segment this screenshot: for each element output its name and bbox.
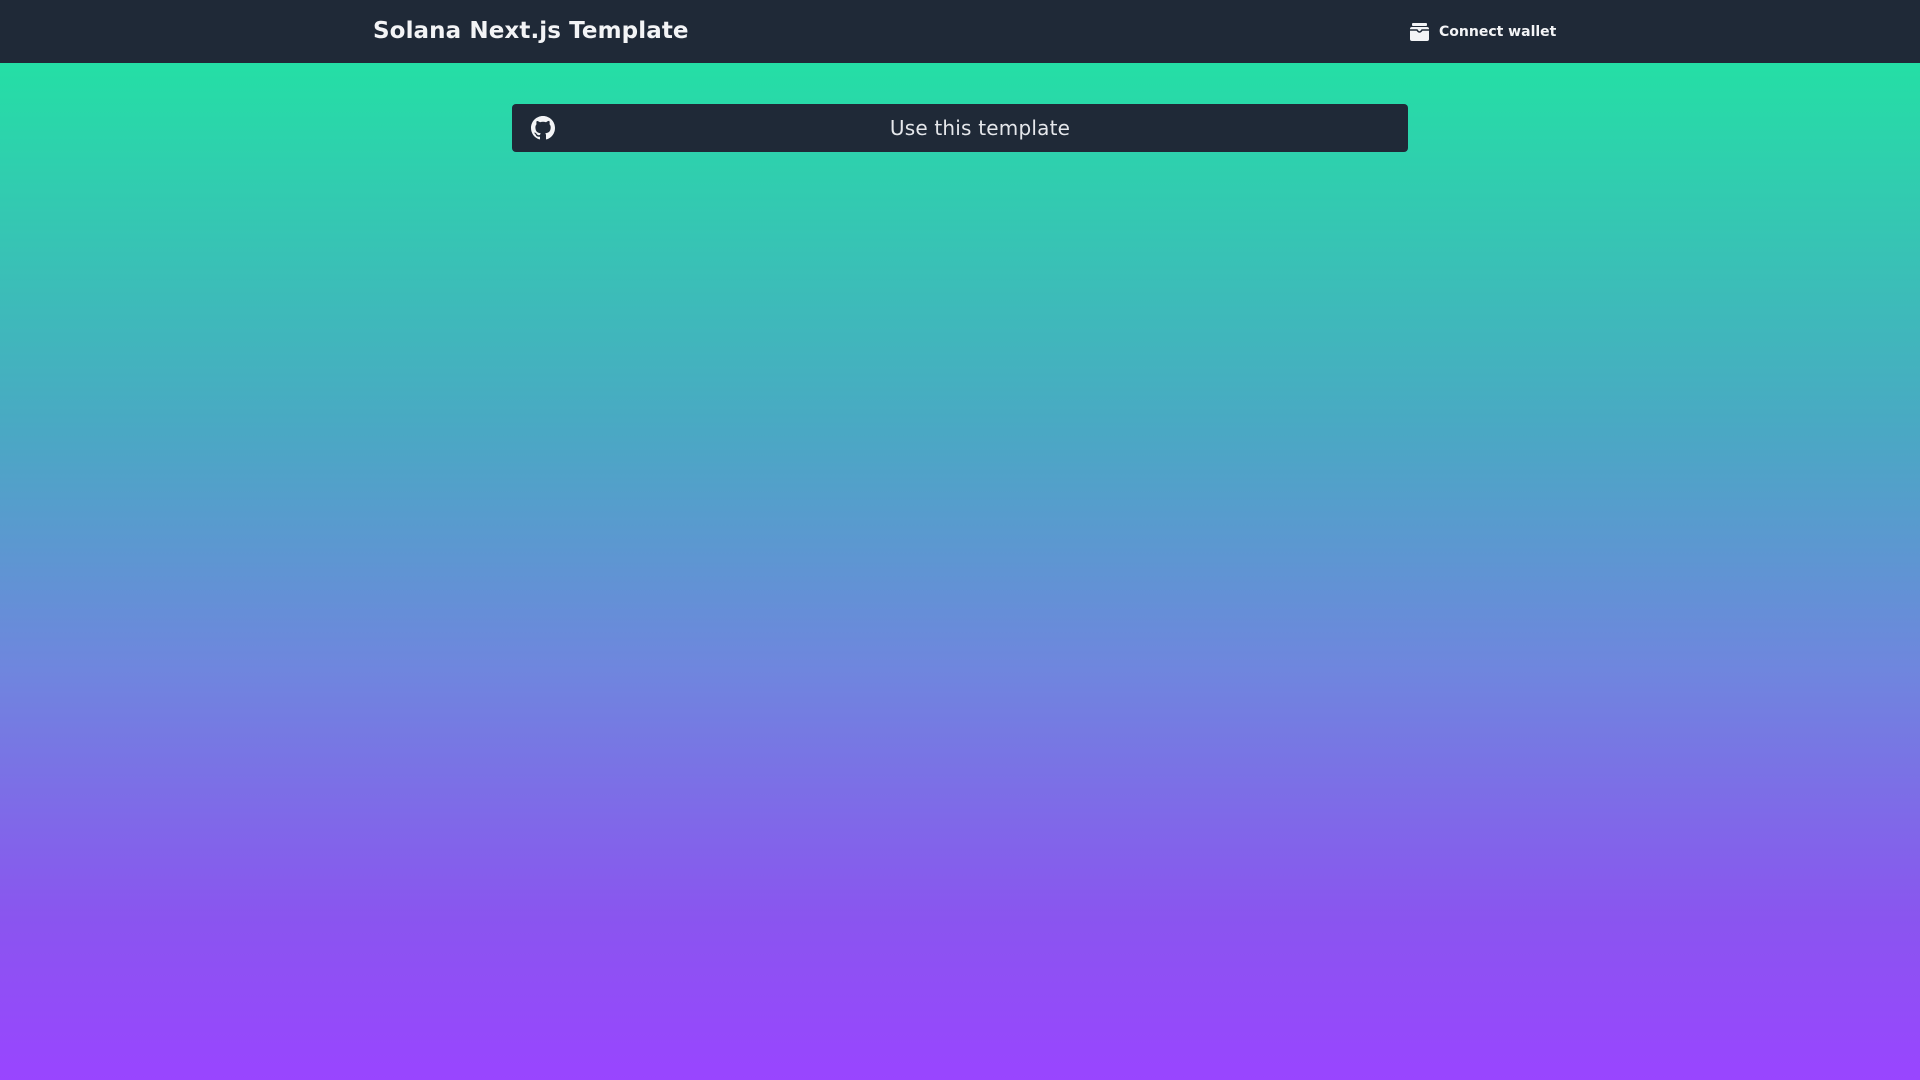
connect-wallet-button[interactable]: Connect wallet (1400, 12, 1566, 52)
use-template-label: Use this template (889, 116, 1071, 140)
top-navbar: Solana Next.js Template Connect wallet (0, 0, 1920, 63)
connect-wallet-label: Connect wallet (1439, 24, 1557, 40)
wallet-icon (1410, 23, 1429, 41)
github-icon (531, 116, 555, 140)
app-title: Solana Next.js Template (373, 18, 689, 44)
app-background: Solana Next.js Template Connect wallet U… (0, 0, 1920, 1080)
use-template-button[interactable]: Use this template (512, 104, 1408, 152)
